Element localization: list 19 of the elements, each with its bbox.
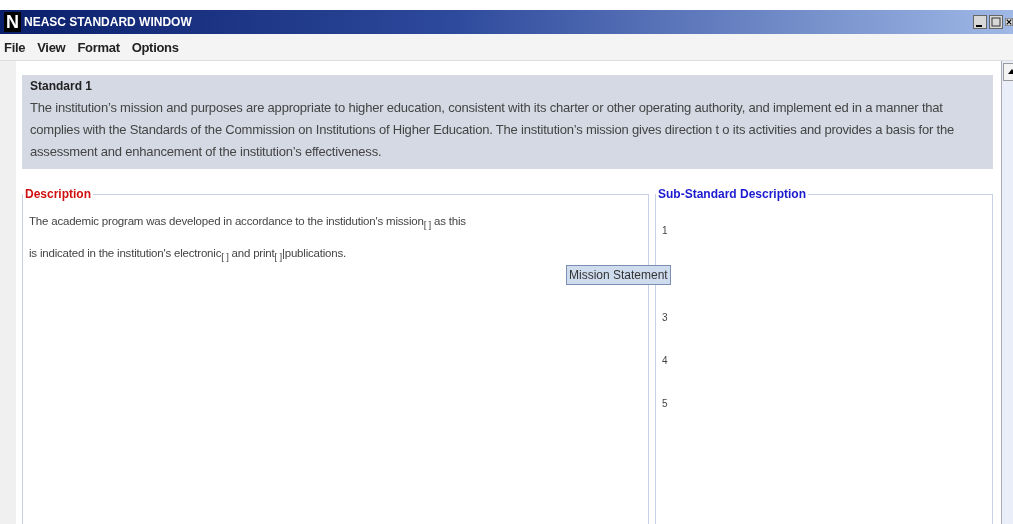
sub-standard-legend: Sub-Standard Description [656, 187, 808, 201]
standard-text: The institution’s mission and purposes are appropriate to higher education, consistent with its charter or other operating authority, and implement ed in a manner that complies with the Standards of the Commission on Institutions of Higher Education. The institution’s mission gives direction t o its activities and provides a basis for the assessment and enhancement of the institution’s effectiveness. [30, 99, 955, 161]
sub-standard-number: 4 [662, 355, 669, 366]
window-title: NEASC STANDARD WINDOW [24, 15, 193, 29]
menu-item[interactable]: Options [131, 39, 179, 55]
sub-standard-number: 1 [662, 225, 669, 236]
menu-item[interactable]: Format [77, 39, 120, 55]
maximize-icon[interactable] [989, 15, 1003, 29]
minimize-icon[interactable] [973, 15, 987, 29]
menu-item[interactable]: View [37, 39, 66, 55]
tooltip: Mission Statement [566, 265, 671, 285]
close-icon[interactable] [1005, 15, 1013, 29]
menu-item[interactable]: File [4, 39, 26, 55]
sub-standard-number: 5 [662, 398, 669, 409]
description-legend: Description [23, 187, 93, 201]
standard-title: Standard 1 [30, 79, 93, 93]
description-text[interactable]: The academic program was developed in accordance to the instidution's mission$_{[ ]}$ as this [29, 207, 642, 240]
logo: N [4, 12, 21, 32]
sub-standard-number: 3 [662, 312, 669, 323]
